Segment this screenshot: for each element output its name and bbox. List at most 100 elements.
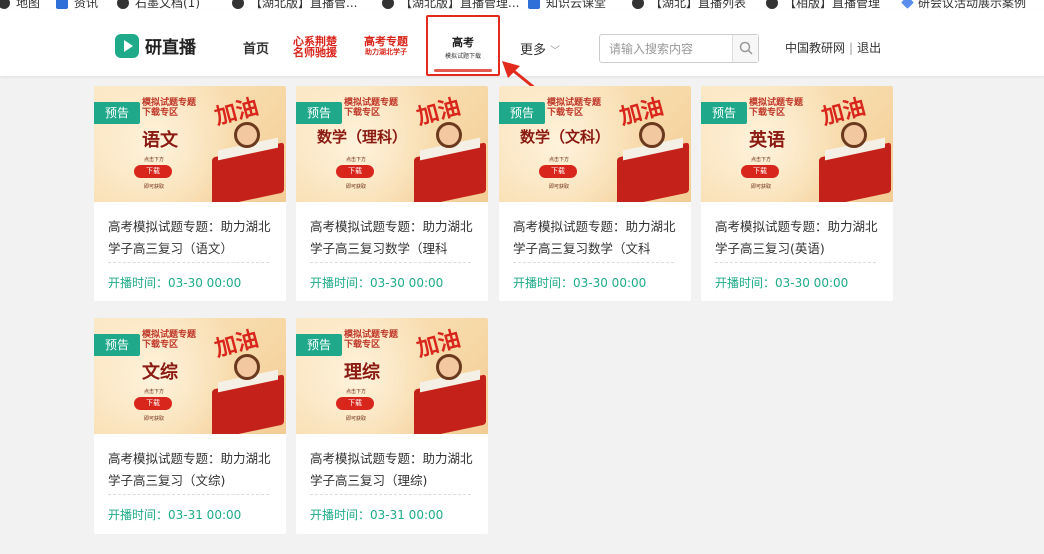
bookmark-item[interactable]: 石墨文档(1) [117,0,200,10]
student-illustration [841,122,867,148]
card-divider [310,494,471,495]
course-card[interactable]: 模拟试题专题 下载专区 语文 点击下方 下载 即可获取 加油 预告 高考模拟试题专… [94,86,286,301]
card-thumbnail: 模拟试题专题 下载专区 英语 点击下方 下载 即可获取 加油 预告 [701,86,893,202]
site-logo[interactable]: 研直播 [115,33,196,58]
thumb-hint-top: 点击下方 [346,157,367,163]
bookmark-item[interactable]: 资讯 [56,0,98,10]
separator: | [849,41,854,55]
thumb-hint-top: 点击下方 [549,157,570,163]
student-illustration [234,122,260,148]
preview-badge: 预告 [94,334,140,356]
course-card[interactable]: 模拟试题专题 下载专区 文综 点击下方 下载 即可获取 加油 预告 高考模拟试题专… [94,318,286,534]
site-icon [56,0,68,9]
card-title[interactable]: 高考模拟试题专题：助力湖北学子高三复习（文综) [108,448,272,492]
nav-promo-gaokao-topic[interactable]: 高考专题 助力湖北学子 [364,36,408,58]
thumb-subject: 文综 [142,362,178,383]
bookmark-item[interactable]: 【湖北版】直播管... [232,0,357,10]
site-icon [766,0,778,9]
thumb-top-title: 模拟试题专题 下载专区 [142,98,197,118]
thumb-download-pill: 下载 [336,397,374,410]
site-icon [382,0,394,9]
card-divider [513,262,674,263]
annotation-highlight-box [426,15,500,76]
preview-badge: 预告 [499,102,545,124]
course-card[interactable]: 模拟试题专题 下载专区 数学（文科） 点击下方 下载 即可获取 加油 预告 高考模… [499,86,691,301]
chevron-down-icon: ﹀ [550,46,561,57]
card-start-time: 开播时间：03-30 00:00 [513,276,647,290]
org-link[interactable]: 中国教研网 [785,41,845,55]
nav-home[interactable]: 首页 [243,38,269,57]
card-divider [108,262,269,263]
student-illustration [436,122,462,148]
course-card[interactable]: 模拟试题专题 下载专区 理综 点击下方 下载 即可获取 加油 预告 高考模拟试题专… [296,318,488,534]
thumb-download-pill: 下载 [134,397,172,410]
thumb-hint-top: 点击下方 [751,157,772,163]
card-body: 高考模拟试题专题：助力湖北学子高三复习（文综) 开播时间：03-31 00:00 [94,434,286,526]
site-icon [117,0,129,9]
preview-badge: 预告 [94,102,140,124]
play-logo-icon [115,33,139,58]
card-divider [310,262,471,263]
site-icon [901,0,914,9]
card-thumbnail: 模拟试题专题 下载专区 语文 点击下方 下载 即可获取 加油 预告 [94,86,286,202]
preview-badge: 预告 [701,102,747,124]
site-icon [528,0,540,9]
thumb-top-title: 模拟试题专题 下载专区 [547,98,602,118]
card-body: 高考模拟试题专题：助力湖北学子高三复习数学（理科 开播时间：03-30 00:0… [296,202,488,294]
bookmark-item[interactable]: 【湖北】直播列表 [632,0,746,10]
card-thumbnail: 模拟试题专题 下载专区 文综 点击下方 下载 即可获取 加油 预告 [94,318,286,434]
thumb-download-pill: 下载 [539,165,577,178]
thumb-subject: 理综 [344,362,380,383]
bookmark-item[interactable]: 研会议活动展示案例 [901,0,1026,10]
card-start-time: 开播时间：03-30 00:00 [310,276,444,290]
card-title[interactable]: 高考模拟试题专题：助力湖北学子高三复习（语文） [108,216,272,260]
card-divider [715,262,876,263]
student-illustration [436,354,462,380]
student-illustration [639,122,665,148]
course-card[interactable]: 模拟试题专题 下载专区 英语 点击下方 下载 即可获取 加油 预告 高考模拟试题专… [701,86,893,301]
search-icon [739,41,753,55]
thumb-subject: 数学（文科） [519,128,610,146]
student-illustration [234,354,260,380]
thumb-hint-bottom: 即可获取 [751,184,772,190]
card-body: 高考模拟试题专题：助力湖北学子高三复习（语文） 开播时间：03-30 00:00 [94,202,286,294]
card-title[interactable]: 高考模拟试题专题：助力湖北学子高三复习数学（文科 [513,216,677,260]
bookmark-item[interactable]: 知识云课堂 [528,0,606,10]
thumb-top-title: 模拟试题专题 下载专区 [344,330,399,350]
logout-link[interactable]: 退出 [857,41,881,55]
bookmarks-bar: 地图 资讯 石墨文档(1) 【湖北版】直播管... 【湖北版】直播管理... 知… [0,0,1044,10]
card-thumbnail: 模拟试题专题 下载专区 数学（文科） 点击下方 下载 即可获取 加油 预告 [499,86,691,202]
search-button[interactable] [732,35,758,62]
thumb-top-title: 模拟试题专题 下载专区 [344,98,399,118]
card-start-time: 开播时间：03-30 00:00 [108,276,242,290]
site-icon [0,0,10,9]
course-card[interactable]: 模拟试题专题 下载专区 数学（理科） 点击下方 下载 即可获取 加油 预告 高考模… [296,86,488,301]
thumb-top-title: 模拟试题专题 下载专区 [142,330,197,350]
thumb-top-title: 模拟试题专题 下载专区 [749,98,804,118]
thumb-hint-top: 点击下方 [346,389,367,395]
card-body: 高考模拟试题专题：助力湖北学子高三复习数学（文科 开播时间：03-30 00:0… [499,202,691,294]
bookmark-item[interactable]: 【湖北版】直播管理... [382,0,519,10]
preview-badge: 预告 [296,334,342,356]
thumb-download-pill: 下载 [741,165,779,178]
thumb-hint-top: 点击下方 [144,157,165,163]
card-title[interactable]: 高考模拟试题专题：助力湖北学子高三复习数学（理科 [310,216,474,260]
card-divider [108,494,269,495]
search-input[interactable] [600,35,732,62]
nav-promo-famous-teachers[interactable]: 心系荆楚 名师驰援 [293,36,337,58]
card-body: 高考模拟试题专题：助力湖北学子高三复习(英语) 开播时间：03-30 00:00 [701,202,893,294]
thumb-hint-bottom: 即可获取 [144,416,165,422]
bookmark-item[interactable]: 【相版】直播管理 [766,0,880,10]
card-thumbnail: 模拟试题专题 下载专区 数学（理科） 点击下方 下载 即可获取 加油 预告 [296,86,488,202]
card-title[interactable]: 高考模拟试题专题：助力湖北学子高三复习(英语) [715,216,879,260]
bookmark-item[interactable]: 地图 [0,0,40,10]
card-start-time: 开播时间：03-30 00:00 [715,276,849,290]
thumb-download-pill: 下载 [336,165,374,178]
thumb-subject: 英语 [749,130,785,151]
nav-more-dropdown[interactable]: 更多 ﹀ [520,39,560,58]
card-title[interactable]: 高考模拟试题专题：助力湖北学子高三复习（理综) [310,448,474,492]
card-body: 高考模拟试题专题：助力湖北学子高三复习（理综) 开播时间：03-31 00:00 [296,434,488,526]
thumb-hint-bottom: 即可获取 [549,184,570,190]
site-icon [232,0,244,9]
thumb-subject: 数学（理科） [316,128,407,146]
